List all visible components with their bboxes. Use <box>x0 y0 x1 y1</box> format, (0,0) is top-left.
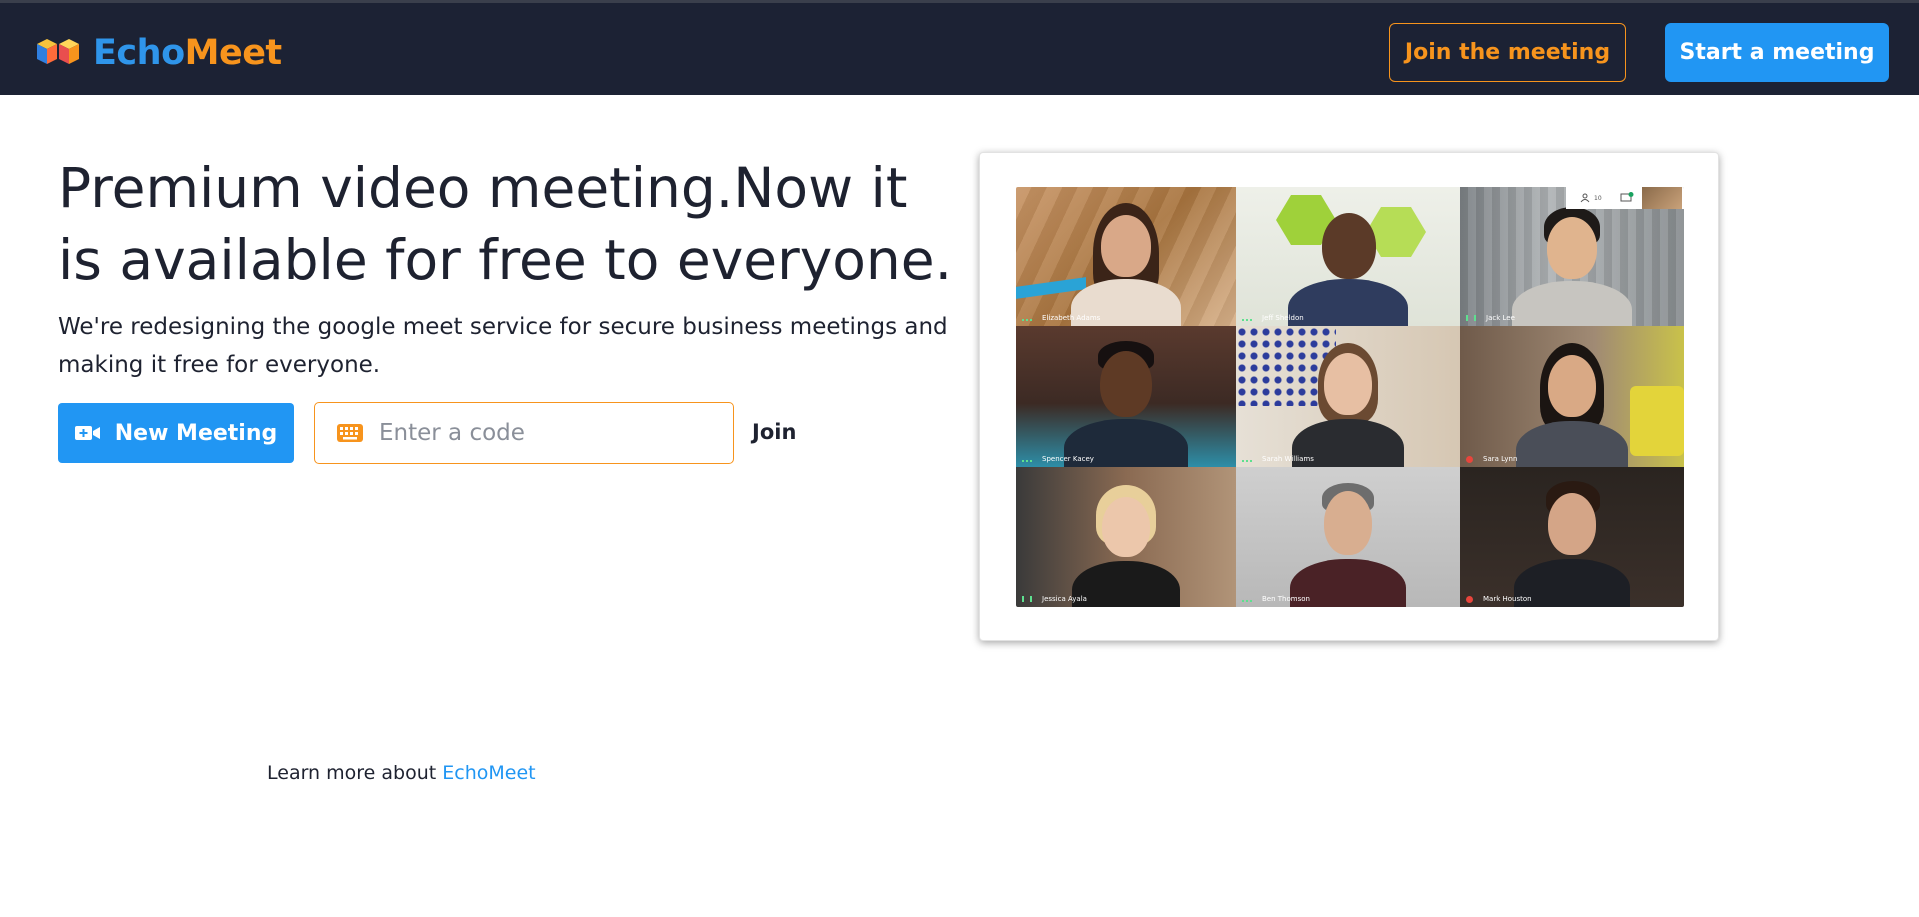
join-the-meeting-button[interactable]: Join the meeting <box>1389 23 1626 82</box>
participant-avatar <box>1278 339 1418 467</box>
participant-avatar <box>1502 339 1642 467</box>
participant-name-label: Sarah Williams <box>1242 455 1314 463</box>
participant-name-label: Jack Lee <box>1466 314 1515 322</box>
participant-name-label: Spencer Kacey <box>1022 455 1094 463</box>
learn-more-prefix: Learn more about <box>267 762 443 784</box>
video-tile: Jessica Ayala <box>1016 467 1236 607</box>
meeting-mini-toolbar: 10 <box>1566 187 1684 209</box>
meeting-preview-card: Elizabeth Adams Jeff Sheldon 10 Jack Lee… <box>979 152 1719 641</box>
start-a-meeting-button[interactable]: Start a meeting <box>1665 23 1889 82</box>
meeting-code-field[interactable] <box>314 402 734 464</box>
new-meeting-button[interactable]: New Meeting <box>58 403 294 463</box>
keyboard-icon <box>337 424 363 442</box>
video-tile: Sara Lynn <box>1460 326 1684 467</box>
video-tile: 10 Jack Lee <box>1460 187 1684 326</box>
hero-title: Premium video meeting.Now it is availabl… <box>58 156 953 292</box>
meeting-code-input[interactable] <box>379 420 699 446</box>
video-grid: Elizabeth Adams Jeff Sheldon 10 Jack Lee… <box>1016 187 1684 607</box>
join-button[interactable]: Join <box>752 420 796 444</box>
participant-name-label: Jessica Ayala <box>1022 595 1087 603</box>
participant-avatar <box>1056 479 1196 607</box>
participant-avatar <box>1278 477 1418 607</box>
participant-name-label: Mark Houston <box>1466 595 1532 603</box>
brand-name-part2: Meet <box>184 33 283 73</box>
participant-name-label: Ben Thomson <box>1242 595 1310 603</box>
brand-name-part1: Echo <box>93 33 185 73</box>
video-tile: Elizabeth Adams <box>1016 187 1236 326</box>
participant-avatar <box>1061 201 1191 326</box>
video-tile: Mark Houston <box>1460 467 1684 607</box>
video-tile: Sarah Williams <box>1236 326 1460 467</box>
video-tile: Jeff Sheldon <box>1236 187 1460 326</box>
participant-avatar <box>1056 339 1196 467</box>
logo-cubes-icon <box>37 39 79 64</box>
brand-name: EchoMeet <box>93 33 282 73</box>
participant-avatar <box>1502 201 1642 326</box>
people-icon <box>1580 193 1590 203</box>
learn-more-text: Learn more about EchoMeet <box>267 762 536 784</box>
video-tile: Spencer Kacey <box>1016 326 1236 467</box>
hero-subtitle: We're redesigning the google meet servic… <box>58 314 948 378</box>
participant-name-label: Jeff Sheldon <box>1242 314 1304 322</box>
participant-avatar <box>1278 201 1418 326</box>
chat-icon <box>1620 192 1634 202</box>
learn-more-link[interactable]: EchoMeet <box>442 762 535 784</box>
new-meeting-label: New Meeting <box>114 420 278 446</box>
top-navbar: EchoMeet Join the meeting Start a meetin… <box>0 0 1919 95</box>
participant-name-label: Elizabeth Adams <box>1022 314 1100 322</box>
participant-avatar <box>1502 477 1642 607</box>
video-plus-icon <box>74 426 100 440</box>
participant-count: 10 <box>1594 194 1602 202</box>
brand-logo[interactable]: EchoMeet <box>35 33 282 73</box>
participant-name-label: Sara Lynn <box>1466 455 1517 463</box>
self-view-thumbnail <box>1641 187 1682 209</box>
video-tile: Ben Thomson <box>1236 467 1460 607</box>
